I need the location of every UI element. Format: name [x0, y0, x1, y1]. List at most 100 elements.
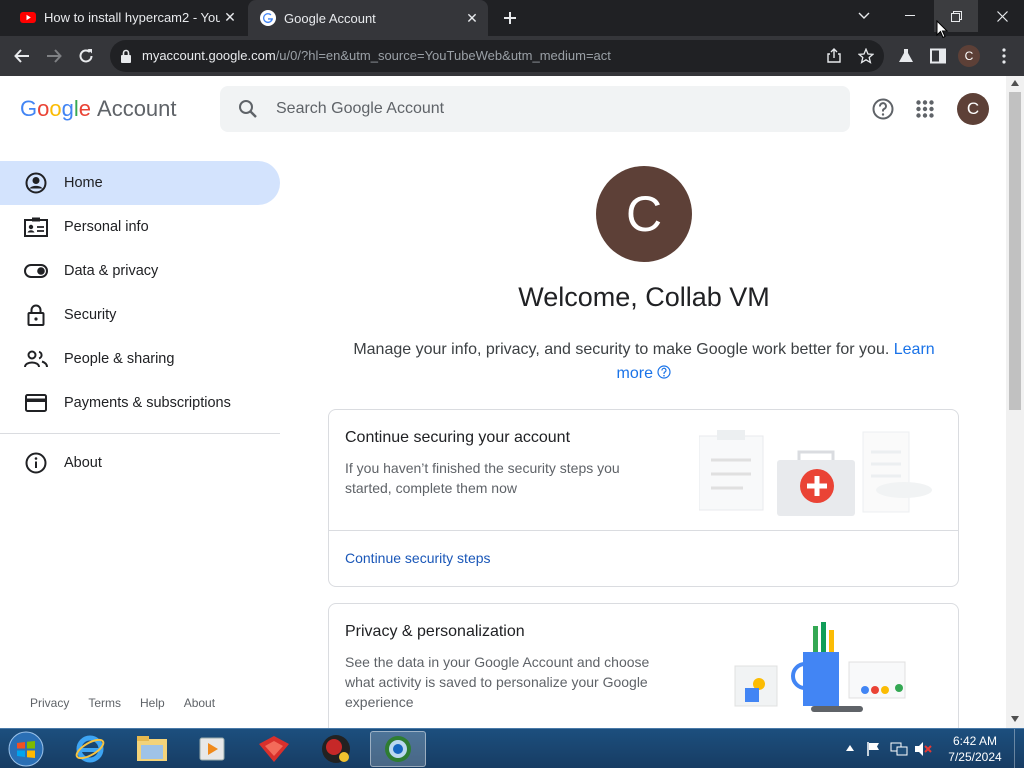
- help-button[interactable]: [871, 97, 895, 121]
- apps-grid-icon: [916, 100, 934, 118]
- close-tab-icon[interactable]: ✕: [462, 8, 482, 28]
- taskbar-ie[interactable]: [62, 731, 118, 767]
- share-button[interactable]: [824, 46, 844, 66]
- volume-muted-icon[interactable]: [914, 741, 932, 757]
- footer-link-privacy[interactable]: Privacy: [30, 696, 69, 710]
- menu-button[interactable]: [990, 42, 1018, 70]
- address-bar[interactable]: myaccount.google.com/u/0/?hl=en&utm_sour…: [110, 40, 884, 72]
- scroll-up-icon[interactable]: [1011, 80, 1019, 86]
- sidebar-item-label: Data & privacy: [64, 263, 159, 279]
- search-icon[interactable]: [238, 99, 258, 119]
- browser-icon: [385, 736, 411, 762]
- taskbar-clock[interactable]: 6:42 AM 7/25/2024: [940, 733, 1010, 765]
- reload-icon: [79, 49, 93, 63]
- learn-more-part: Learn: [893, 341, 935, 358]
- sidebar-item-label: Payments & subscriptions: [64, 395, 231, 411]
- close-icon: [996, 10, 1008, 22]
- help-icon: [872, 98, 894, 120]
- minimize-icon: [905, 15, 915, 16]
- action-center-flag-icon[interactable]: [866, 741, 882, 757]
- chevron-down-icon: [858, 12, 870, 19]
- network-icon[interactable]: [890, 741, 908, 757]
- privacy-illustration: [734, 622, 906, 712]
- footer-links: Privacy Terms Help About: [30, 696, 234, 710]
- sidebar-item-label: About: [64, 455, 102, 471]
- tab-google-account[interactable]: Google Account ✕: [248, 0, 488, 36]
- folder-icon: [137, 736, 167, 761]
- lock-icon[interactable]: [120, 49, 132, 63]
- credit-card-icon: [24, 391, 48, 415]
- scroll-down-icon[interactable]: [1011, 716, 1019, 722]
- side-panel-icon: [930, 48, 946, 64]
- new-tab-button[interactable]: [498, 6, 522, 30]
- start-button[interactable]: [2, 731, 50, 767]
- close-tab-icon[interactable]: ✕: [220, 7, 240, 27]
- tab-youtube[interactable]: How to install hypercam2 - YouT ✕: [8, 0, 246, 34]
- sidebar-item-personal-info[interactable]: Personal info: [0, 205, 280, 249]
- taskbar-media-player[interactable]: [184, 731, 240, 767]
- more-vert-icon: [1002, 48, 1006, 64]
- taskbar-app-record[interactable]: [308, 731, 364, 767]
- security-card: Continue securing your account If you ha…: [328, 409, 959, 587]
- sidebar-item-security[interactable]: Security: [0, 293, 280, 337]
- sidebar-item-about[interactable]: About: [0, 441, 280, 485]
- account-avatar[interactable]: C: [957, 93, 989, 125]
- minimize-button[interactable]: [888, 0, 932, 32]
- sidebar-item-label: People & sharing: [64, 351, 175, 367]
- clock-date: 7/25/2024: [948, 750, 1002, 764]
- app-red-icon: [259, 736, 289, 762]
- subtitle-text: Manage your info, privacy, and security …: [353, 341, 890, 358]
- search-input[interactable]: [276, 86, 836, 132]
- url-path: /u/0/?hl=en&utm_source=YouTubeWeb&utm_me…: [275, 48, 611, 63]
- close-window-button[interactable]: [980, 0, 1024, 32]
- tab-title: Google Account: [284, 10, 376, 26]
- logo-letter: o: [49, 96, 62, 121]
- show-desktop-button[interactable]: [1014, 729, 1024, 768]
- info-icon: [24, 451, 48, 475]
- profile-avatar-large[interactable]: C: [596, 166, 692, 262]
- sidebar-item-payments[interactable]: Payments & subscriptions: [0, 381, 280, 425]
- google-account-logo[interactable]: Google Account: [20, 96, 177, 122]
- apps-button[interactable]: [913, 97, 937, 121]
- windows-start-icon: [8, 731, 44, 767]
- taskbar-app-red[interactable]: [246, 731, 302, 767]
- continue-security-steps-link[interactable]: Continue security steps: [345, 550, 491, 566]
- recorder-icon: [322, 735, 350, 763]
- toggle-icon: [24, 259, 48, 283]
- footer-link-terms[interactable]: Terms: [88, 696, 121, 710]
- card-title: Continue securing your account: [345, 429, 571, 446]
- security-illustration: [699, 430, 932, 516]
- sidebar-item-people-sharing[interactable]: People & sharing: [0, 337, 280, 381]
- internet-explorer-icon: [75, 735, 105, 763]
- extensions-button[interactable]: [892, 42, 920, 70]
- tab-title: How to install hypercam2 - YouT: [44, 9, 220, 25]
- help-circle-icon: [657, 365, 672, 379]
- forward-button[interactable]: [40, 42, 68, 70]
- reload-button[interactable]: [72, 42, 100, 70]
- sidebar-item-home[interactable]: Home: [0, 161, 280, 205]
- plus-icon: [504, 12, 516, 24]
- star-icon: [858, 48, 874, 64]
- search-box[interactable]: [220, 86, 850, 132]
- account-circle-icon: [24, 171, 48, 195]
- tab-search-button[interactable]: [842, 0, 886, 32]
- logo-letter: G: [20, 96, 38, 121]
- sidebar-item-data-privacy[interactable]: Data & privacy: [0, 249, 280, 293]
- logo-letter: g: [61, 96, 74, 121]
- footer-link-about[interactable]: About: [184, 696, 215, 710]
- side-panel-button[interactable]: [924, 42, 952, 70]
- profile-avatar[interactable]: C: [958, 45, 980, 67]
- restore-icon: [950, 10, 962, 22]
- taskbar-chrome[interactable]: [370, 731, 426, 767]
- flask-icon: [899, 49, 913, 62]
- learn-more-part: more: [616, 365, 653, 382]
- footer-link-help[interactable]: Help: [140, 696, 165, 710]
- back-button[interactable]: [8, 42, 36, 70]
- tray-expand-icon[interactable]: [846, 745, 854, 751]
- scrollbar-thumb[interactable]: [1009, 92, 1021, 410]
- media-player-icon: [199, 737, 225, 761]
- bookmark-button[interactable]: [856, 46, 876, 66]
- people-icon: [24, 347, 48, 371]
- taskbar-explorer[interactable]: [124, 731, 180, 767]
- youtube-icon: [20, 12, 36, 23]
